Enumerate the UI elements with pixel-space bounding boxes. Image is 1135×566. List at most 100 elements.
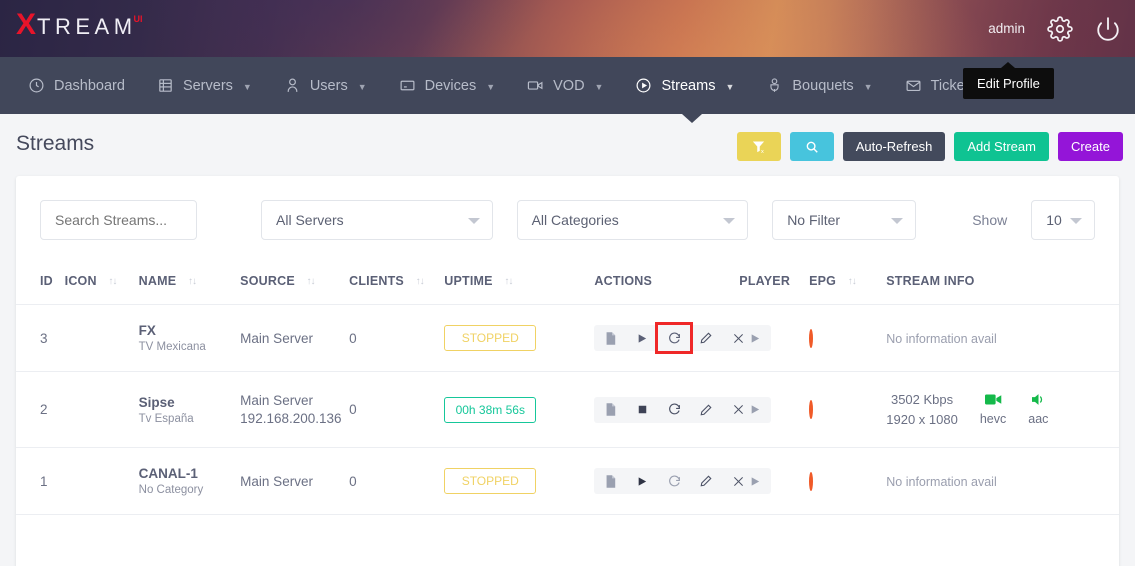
create-button[interactable]: Create	[1058, 132, 1123, 161]
page-size-value: 10	[1046, 212, 1062, 228]
nav-label-users: Users	[310, 78, 348, 94]
delete-icon[interactable]	[722, 468, 754, 494]
nav-item-servers[interactable]: Servers ▼	[141, 57, 268, 114]
restart-icon[interactable]	[658, 397, 690, 423]
col-header-id[interactable]: ID ↑↓	[16, 266, 65, 305]
status-badge: STOPPED	[444, 468, 536, 494]
cell-epg	[809, 305, 886, 372]
servers-select[interactable]: All Servers	[261, 200, 493, 240]
cell-stream-info: No information avail	[886, 305, 1119, 372]
sort-icon[interactable]: ↑↓	[188, 276, 196, 287]
add-stream-button[interactable]: Add Stream	[954, 132, 1049, 161]
delete-icon[interactable]	[722, 397, 754, 423]
col-header-stream-info: STREAM INFO	[886, 266, 1119, 305]
cell-clients: 0	[349, 448, 444, 515]
edit-icon[interactable]	[690, 397, 722, 423]
stream-bitrate: 3502 Kbps	[886, 390, 958, 410]
sort-icon[interactable]: ↑↓	[108, 276, 116, 287]
sort-icon[interactable]: ↑↓	[848, 276, 856, 287]
play-icon[interactable]	[626, 325, 658, 351]
streams-card: All Servers All Categories No Filter Sho…	[16, 176, 1119, 566]
file-icon[interactable]	[594, 468, 626, 494]
stream-info-group: 3502 Kbps 1920 x 1080 hevc aac	[886, 390, 1119, 429]
table-row[interactable]: 1 CANAL-1 No Category Main Server 0 STOP…	[16, 448, 1119, 515]
cell-icon	[65, 448, 139, 515]
chevron-down-icon	[723, 218, 735, 224]
stop-icon[interactable]	[626, 397, 658, 423]
cell-stream-info: No information avail	[886, 448, 1119, 515]
actions-group	[594, 397, 754, 423]
nav-item-streams[interactable]: Streams ▼	[619, 57, 750, 114]
delete-icon[interactable]	[722, 325, 754, 351]
streams-table: ID ↑↓ ICON ↑↓ NAME ↑↓ SOURCE ↑↓ CLIENTS	[16, 266, 1119, 515]
col-header-clients[interactable]: CLIENTS ↑↓	[349, 266, 444, 305]
col-header-name[interactable]: NAME ↑↓	[139, 266, 241, 305]
col-label-player: PLAYER	[739, 274, 790, 288]
source-server: Main Server	[240, 393, 349, 408]
status-filter-value: No Filter	[787, 212, 840, 228]
auto-refresh-button[interactable]: Auto-Refresh	[843, 132, 946, 161]
restart-icon[interactable]	[658, 325, 690, 351]
audio-codec-label: aac	[1028, 412, 1048, 426]
current-username[interactable]: admin	[988, 21, 1025, 36]
cell-id: 1	[16, 448, 65, 515]
edit-icon[interactable]	[690, 325, 722, 351]
col-label-clients: CLIENTS	[349, 274, 404, 288]
col-header-uptime[interactable]: UPTIME ↑↓	[444, 266, 594, 305]
status-badge: STOPPED	[444, 325, 536, 351]
page-size-select[interactable]: 10	[1031, 200, 1095, 240]
stream-name: FX	[139, 323, 241, 338]
chevron-down-icon	[1070, 218, 1082, 224]
cell-name: FX TV Mexicana	[139, 305, 241, 372]
logo-x-mark: X	[16, 10, 36, 40]
status-filter-select[interactable]: No Filter	[772, 200, 916, 240]
col-label-id: ID	[40, 274, 53, 288]
svg-text:x: x	[761, 149, 764, 154]
sort-icon[interactable]: ↑↓	[307, 276, 315, 287]
servers-icon	[157, 77, 174, 94]
cell-source: Main Server	[240, 448, 349, 515]
nav-item-vod[interactable]: VOD ▼	[511, 57, 619, 114]
stream-category: Tv España	[139, 413, 241, 425]
gear-icon[interactable]	[1047, 16, 1073, 42]
col-header-epg[interactable]: EPG ↑↓	[809, 266, 886, 305]
stream-bitrate-resolution: 3502 Kbps 1920 x 1080	[886, 390, 958, 429]
nav-label-dashboard: Dashboard	[54, 78, 125, 94]
categories-select[interactable]: All Categories	[517, 200, 749, 240]
nav-item-bouquets[interactable]: Bouquets ▼	[750, 57, 888, 114]
nav-item-dashboard[interactable]: Dashboard	[12, 57, 141, 114]
nav-item-devices[interactable]: Devices ▼	[383, 57, 512, 114]
cell-uptime: 00h 38m 56s	[444, 372, 594, 448]
sort-icon[interactable]: ↑↓	[416, 276, 424, 287]
filters-row: All Servers All Categories No Filter Sho…	[16, 176, 1119, 240]
page-title: Streams	[16, 132, 94, 156]
play-icon[interactable]	[626, 468, 658, 494]
app-logo[interactable]: X TREAM UI	[16, 10, 146, 40]
tickets-icon	[905, 77, 922, 94]
power-icon[interactable]	[1095, 16, 1121, 42]
cell-epg	[809, 448, 886, 515]
edit-icon[interactable]	[690, 468, 722, 494]
actions-group	[594, 325, 754, 351]
search-input[interactable]	[40, 200, 197, 240]
table-row[interactable]: 3 FX TV Mexicana Main Server 0 STOPPED	[16, 305, 1119, 372]
cell-actions	[594, 448, 739, 515]
clear-filter-button[interactable]: x	[737, 132, 781, 161]
col-header-icon[interactable]: ICON ↑↓	[65, 266, 139, 305]
chevron-down-icon: ▼	[358, 82, 367, 92]
search-button[interactable]	[790, 132, 834, 161]
file-icon[interactable]	[594, 397, 626, 423]
col-label-epg: EPG	[809, 274, 836, 288]
file-icon[interactable]	[594, 325, 626, 351]
col-header-source[interactable]: SOURCE ↑↓	[240, 266, 349, 305]
restart-icon[interactable]	[658, 468, 690, 494]
nav-item-users[interactable]: Users ▼	[268, 57, 383, 114]
video-codec-group: hevc	[980, 393, 1006, 426]
chevron-down-icon: ▼	[243, 82, 252, 92]
nav-label-bouquets: Bouquets	[792, 78, 853, 94]
col-label-source: SOURCE	[240, 274, 295, 288]
source-ip: 192.168.200.136	[240, 411, 349, 426]
top-bar: X TREAM UI admin	[0, 0, 1135, 57]
sort-icon[interactable]: ↑↓	[504, 276, 512, 287]
table-row[interactable]: 2 Sipse Tv España Main Server 192.168.20…	[16, 372, 1119, 448]
